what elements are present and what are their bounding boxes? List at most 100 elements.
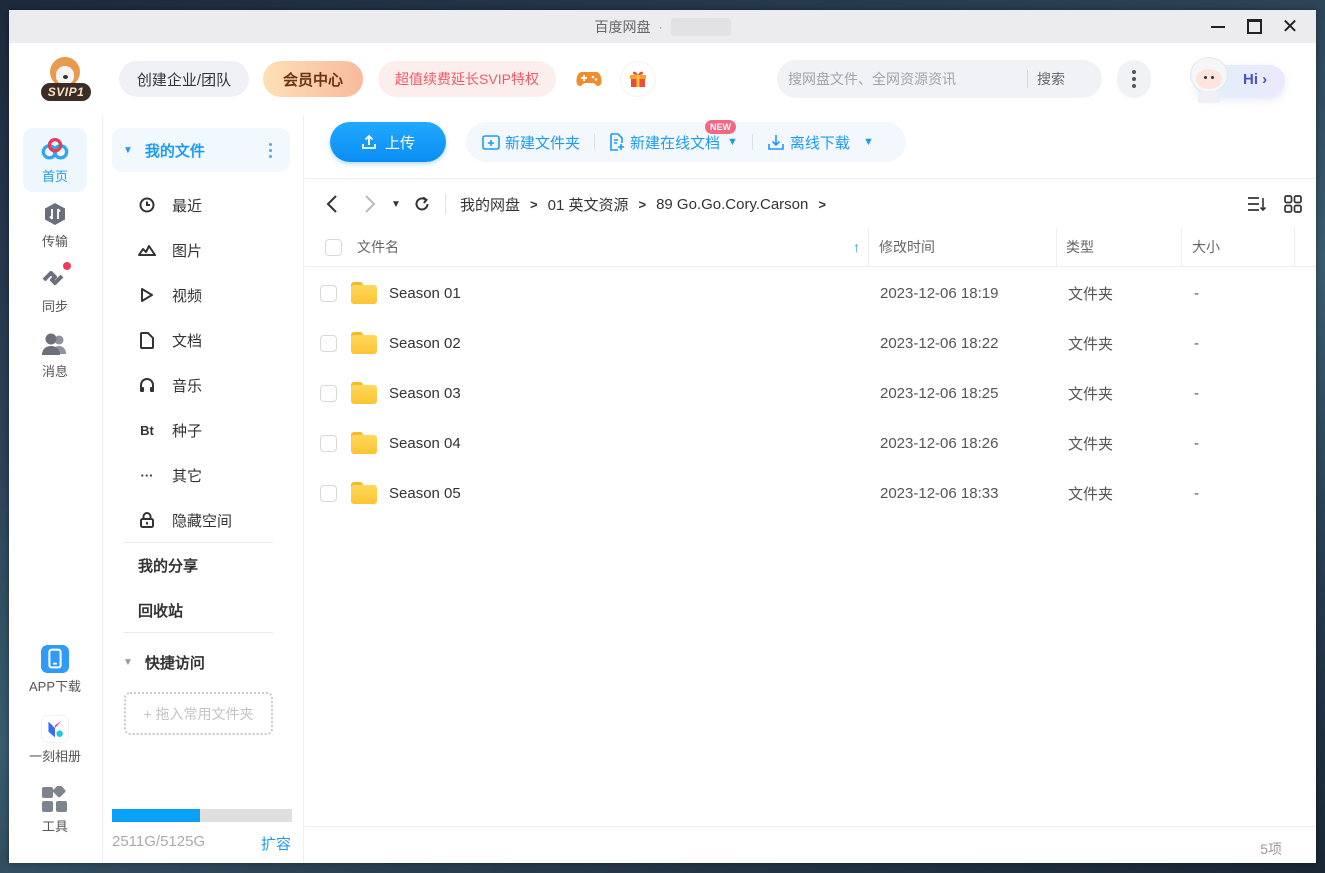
app-window: 百度网盘 · ✕ SVIP1 创建企业/团队 会员中心 超值续费延长SVIP特权… [9,10,1316,863]
gift-icon[interactable] [620,61,656,97]
file-name[interactable]: Season 04 [389,435,461,452]
row-checkbox[interactable] [320,484,337,502]
file-row[interactable]: Season 05 2023-12-06 18:33 文件夹 - [305,468,1316,518]
column-name[interactable]: 文件名 ↑ [305,227,869,267]
nav-item-music[interactable]: 音乐 [138,370,202,400]
storage-usage-bar [112,809,292,822]
rail-item-app-download[interactable]: APP下载 [23,638,87,702]
account-name-blurred [670,17,731,36]
select-all-checkbox[interactable] [325,238,342,256]
nav-item-hidden-space[interactable]: 隐藏空间 [138,505,232,535]
rail-label: APP下载 [28,678,81,694]
my-files-label: 我的文件 [144,142,205,160]
quick-access-drop-zone[interactable]: + 拖入常用文件夹 [124,692,273,735]
svip-avatar[interactable]: SVIP1 [39,57,91,103]
window-controls: ✕ [1210,10,1299,43]
assistant-greeting-button[interactable]: Hi › [1181,57,1287,103]
file-row[interactable]: Season 03 2023-12-06 18:25 文件夹 - [305,368,1316,418]
minimize-icon[interactable] [1210,19,1226,35]
svip-level-badge: SVIP1 [41,83,91,101]
column-modified[interactable]: 修改时间 [869,227,1057,267]
nav-recycle-bin[interactable]: 回收站 [138,600,183,621]
quick-access-header[interactable]: ▼ 快捷访问 [123,652,205,673]
rail-item-sync[interactable]: 同步 [23,258,87,322]
main-content: 上传 新建文件夹 新建在线文档 ▼ NEW 离线下载 ▼ ▼ 我的网盘 > 01… [305,115,1316,863]
file-type: 文件夹 [1068,335,1114,353]
nav-item-label: 音乐 [172,377,203,395]
path-divider [445,194,446,214]
breadcrumb-item[interactable]: 89 Go.Go.Cory.Carson [656,196,808,213]
folder-icon [351,432,377,454]
grid-view-icon[interactable] [1282,193,1304,215]
toolbar-separator [751,134,753,150]
kebab-dot [1132,84,1136,88]
upload-button[interactable]: 上传 [330,122,446,162]
back-icon[interactable] [321,193,343,215]
storage-usage-text: 2511G/5125G [112,833,206,850]
image-icon [138,241,156,259]
nav-item-images[interactable]: 图片 [138,235,202,265]
refresh-icon[interactable] [411,193,433,215]
rail-item-transfer[interactable]: 传输 [23,193,87,257]
new-folder-button[interactable]: 新建文件夹 [482,132,580,153]
create-team-button[interactable]: 创建企业/团队 [119,61,249,97]
row-checkbox[interactable] [320,334,337,352]
game-controller-icon[interactable] [571,61,607,97]
forward-icon[interactable] [359,193,381,215]
row-checkbox[interactable] [320,284,337,302]
upload-icon [362,134,376,149]
nav-item-torrents[interactable]: Bt 种子 [138,415,202,445]
kebab-dot [1132,77,1136,81]
toolbar-actions: 新建文件夹 新建在线文档 ▼ NEW 离线下载 ▼ [466,119,906,162]
column-type[interactable]: 类型 [1057,227,1182,267]
breadcrumb-item[interactable]: 我的网盘 [460,194,520,215]
nav-item-videos[interactable]: 视频 [138,280,202,310]
my-files-header[interactable]: ▼ 我的文件 [112,128,290,172]
new-online-doc-button[interactable]: 新建在线文档 ▼ NEW [609,119,738,153]
storage-usage-fill [112,809,201,822]
file-row[interactable]: Season 04 2023-12-06 18:26 文件夹 - [305,418,1316,468]
rail-item-album[interactable]: 一刻相册 [23,708,87,772]
nav-item-documents[interactable]: 文档 [138,325,202,355]
expand-storage-link[interactable]: 扩容 [261,833,291,854]
tools-icon [41,785,69,812]
nav-item-label: 最近 [172,197,203,215]
history-dropdown-icon[interactable]: ▼ [385,193,407,215]
file-name[interactable]: Season 01 [389,285,461,302]
breadcrumb-item[interactable]: 01 英文资源 [548,194,629,215]
more-menu-button[interactable] [1117,60,1151,98]
item-count: 5项 [1260,841,1282,857]
nav-item-other[interactable]: ··· 其它 [138,460,203,490]
search-button[interactable]: 搜索 [1028,69,1079,89]
album-app-icon [41,714,69,743]
row-checkbox[interactable] [320,384,337,402]
offline-download-button[interactable]: 离线下载 ▼ [767,132,874,153]
search-input[interactable] [777,71,1027,87]
nav-item-recent[interactable]: 最近 [138,190,202,220]
row-checkbox[interactable] [320,434,337,452]
dropdown-triangle-icon: ▼ [862,136,874,148]
nav-item-label: 种子 [172,422,203,440]
rail-item-tools[interactable]: 工具 [23,778,87,842]
vip-center-button[interactable]: 会员中心 [263,61,363,97]
file-name[interactable]: Season 05 [389,485,461,502]
column-size[interactable]: 大小 [1182,227,1295,267]
my-files-more-icon[interactable] [269,143,272,158]
file-row[interactable]: Season 02 2023-12-06 18:22 文件夹 - [305,318,1316,368]
breadcrumb-separator[interactable]: > [818,197,826,212]
svip-renew-promo-button[interactable]: 超值续费延长SVIP特权 [378,61,556,97]
close-icon[interactable]: ✕ [1282,17,1299,37]
sort-list-icon[interactable] [1246,193,1268,215]
nav-my-share[interactable]: 我的分享 [138,555,198,576]
download-icon [768,135,784,150]
path-navigation: ▼ 我的网盘 > 01 英文资源 > 89 Go.Go.Cory.Carson … [305,179,1316,229]
rail-item-messages[interactable]: 消息 [23,323,87,387]
file-name[interactable]: Season 03 [389,385,461,402]
sort-ascending-icon[interactable]: ↑ [853,239,860,255]
rail-item-home[interactable]: 首页 [23,128,87,192]
nav-item-label: 隐藏空间 [172,512,233,530]
file-name[interactable]: Season 02 [389,335,461,352]
maximize-icon[interactable] [1246,19,1262,35]
breadcrumb: 我的网盘 > 01 英文资源 > 89 Go.Go.Cory.Carson > [460,194,836,215]
file-row[interactable]: Season 01 2023-12-06 18:19 文件夹 - [305,268,1316,318]
